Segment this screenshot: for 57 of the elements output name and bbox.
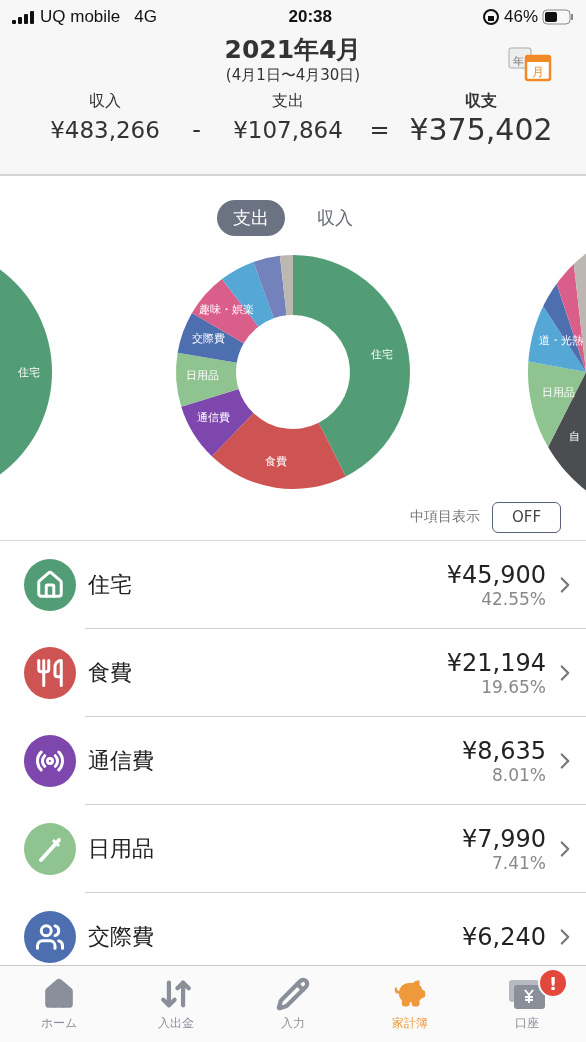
category-name: 通信費 (88, 746, 155, 775)
category-percent: 7.41% (492, 852, 546, 873)
date-range: (4月1日〜4月30日) (225, 66, 361, 85)
minus-sign: - (191, 115, 202, 146)
carrier-name: UQ mobile (40, 7, 121, 27)
category-row[interactable]: 住宅 ¥45,900 42.55% (0, 541, 586, 629)
fork-knife-icon (35, 658, 65, 688)
battery-percent: 46% (503, 7, 538, 27)
battery-icon (542, 9, 574, 25)
category-name: 食費 (88, 658, 133, 687)
clock-time: 20:38 (288, 7, 332, 27)
subcategory-toggle[interactable]: OFF (492, 501, 561, 533)
tab-bar-item[interactable]: 入出金 (117, 966, 235, 1042)
category-amount: ¥45,900 (446, 560, 546, 589)
slice-label: 日用品 (185, 369, 219, 383)
income-label: 収入 (89, 91, 121, 112)
month-title: 2021年4月 (224, 34, 362, 66)
pencil-icon (276, 976, 310, 1011)
category-row[interactable]: 食費 ¥21,194 19.65% (0, 629, 586, 717)
segment-tab[interactable]: 支出 (217, 200, 285, 236)
slice-label: 住宅 (371, 348, 394, 361)
slice-label: 通信費 (197, 411, 231, 425)
tab-bar-item[interactable]: 口座 ! (468, 966, 586, 1042)
people-icon (35, 922, 65, 952)
slice-label: 食費 (265, 455, 288, 469)
house-icon (35, 570, 65, 600)
tab-bar-item[interactable]: ホーム (0, 966, 118, 1042)
segment-tab[interactable]: 収入 (301, 200, 369, 236)
expense-amount: ¥107,864 (233, 116, 343, 145)
expense-label: 支出 (272, 91, 304, 112)
category-row[interactable]: 通信費 ¥8,635 8.01% (0, 717, 586, 805)
category-amount: ¥7,990 (462, 824, 546, 853)
category-percent: 42.55% (481, 588, 546, 609)
category-percent: 19.65% (481, 676, 546, 697)
category-percent: 8.01% (492, 764, 546, 785)
signal-icon (12, 10, 36, 24)
rotation-lock-icon (481, 8, 500, 26)
category-amount: ¥21,194 (446, 648, 546, 677)
category-amount: ¥8,635 (462, 736, 546, 765)
category-name: 日用品 (88, 834, 155, 863)
income-amount: ¥483,266 (50, 116, 160, 145)
balance-amount: ¥375,402 (409, 112, 553, 148)
chart-label: 自 (568, 430, 580, 443)
equals-sign: = (368, 115, 391, 146)
category-amount: ¥6,240 (462, 922, 546, 951)
category-name: 住宅 (88, 570, 133, 599)
balance-label: 収支 (465, 91, 497, 112)
donut-slice (176, 352, 239, 407)
tab-bar-item[interactable]: 入力 (234, 966, 352, 1042)
chart-label: 住宅 (18, 366, 40, 379)
alert-badge: ! (538, 968, 568, 998)
chart-label: 日用品 (541, 386, 575, 399)
category-name: 交際費 (88, 922, 155, 951)
slice-label: 交際費 (192, 332, 226, 346)
network-type: 4G (134, 7, 157, 27)
subcategory-label: 中項目表示 (410, 508, 480, 526)
category-row[interactable]: 日用品 ¥7,990 7.41% (0, 805, 586, 893)
